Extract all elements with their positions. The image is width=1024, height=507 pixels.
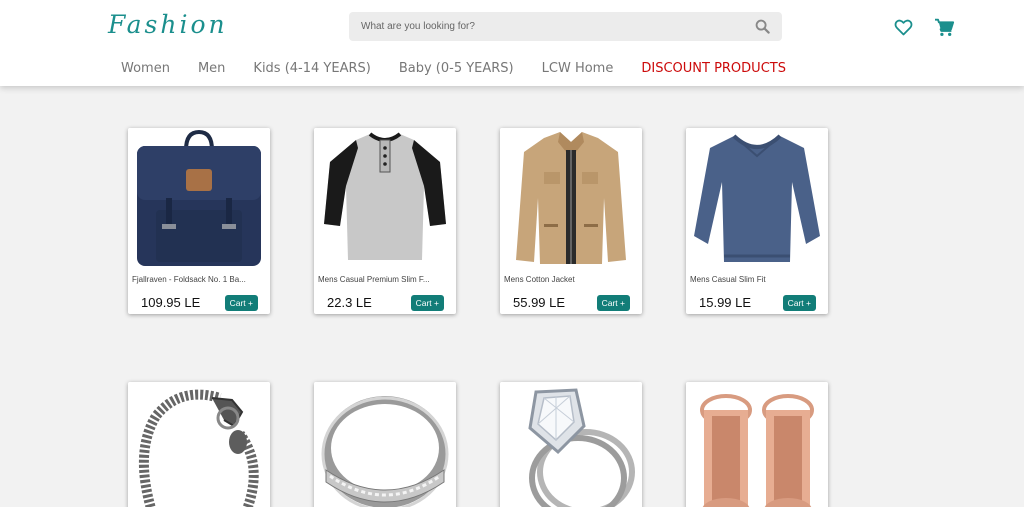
product-image-rose-gold-plugs[interactable] <box>686 382 828 507</box>
product-card[interactable] <box>500 382 642 507</box>
product-card[interactable] <box>314 382 456 507</box>
cart-icon <box>934 18 954 36</box>
product-price: 109.95 LE <box>141 295 201 310</box>
search-bar <box>349 12 782 41</box>
add-to-cart-button[interactable]: Cart + <box>782 294 816 311</box>
search-icon <box>755 19 770 34</box>
product-price: 15.99 LE <box>699 295 752 310</box>
site-header: Fashion Women Men Kids (4-14 YEARS) Baby… <box>0 0 1024 86</box>
nav-item-women[interactable]: Women <box>121 61 170 76</box>
nav-item-discount-products[interactable]: DISCOUNT PRODUCTS <box>641 61 786 76</box>
heart-icon <box>894 19 912 35</box>
product-card[interactable] <box>686 382 828 507</box>
search-input[interactable] <box>349 12 742 41</box>
product-image-silver-ring[interactable] <box>314 382 456 507</box>
product-image-backpack[interactable] <box>128 128 270 270</box>
add-to-cart-button[interactable]: Cart + <box>596 294 630 311</box>
nav-item-men[interactable]: Men <box>198 61 225 76</box>
product-card[interactable]: Mens Casual Premium Slim F... 22.3 LE Ca… <box>314 128 456 314</box>
nav-item-kids[interactable]: Kids (4-14 YEARS) <box>253 61 370 76</box>
product-name: Mens Cotton Jacket <box>504 275 575 284</box>
nav-item-lcw-home[interactable]: LCW Home <box>542 61 614 76</box>
product-image-diamond-ring-set[interactable] <box>500 382 642 507</box>
product-card[interactable]: Mens Cotton Jacket 55.99 LE Cart + <box>500 128 642 314</box>
product-image-raglan-shirt[interactable] <box>314 128 456 270</box>
product-card[interactable]: Fjallraven - Foldsack No. 1 Ba... 109.95… <box>128 128 270 314</box>
product-price: 55.99 LE <box>513 295 566 310</box>
nav-item-baby[interactable]: Baby (0-5 YEARS) <box>399 61 514 76</box>
product-price: 22.3 LE <box>327 295 372 310</box>
main-nav: Women Men Kids (4-14 YEARS) Baby (0-5 YE… <box>121 61 814 76</box>
cart-button[interactable] <box>933 16 955 38</box>
product-image-cotton-jacket[interactable] <box>500 128 642 270</box>
product-name: Fjallraven - Foldsack No. 1 Ba... <box>132 275 246 284</box>
site-logo[interactable]: Fashion <box>108 10 228 39</box>
product-card[interactable] <box>128 382 270 507</box>
add-to-cart-button[interactable]: Cart + <box>410 294 444 311</box>
add-to-cart-button[interactable]: Cart + <box>224 294 258 311</box>
wishlist-button[interactable] <box>892 16 914 38</box>
product-card[interactable]: Mens Casual Slim Fit 15.99 LE Cart + <box>686 128 828 314</box>
product-name: Mens Casual Slim Fit <box>690 275 766 284</box>
product-image-dragon-bracelet[interactable] <box>128 382 270 507</box>
product-image-slim-fit-sweater[interactable] <box>686 128 828 270</box>
product-name: Mens Casual Premium Slim F... <box>318 275 430 284</box>
search-button[interactable] <box>742 12 782 41</box>
